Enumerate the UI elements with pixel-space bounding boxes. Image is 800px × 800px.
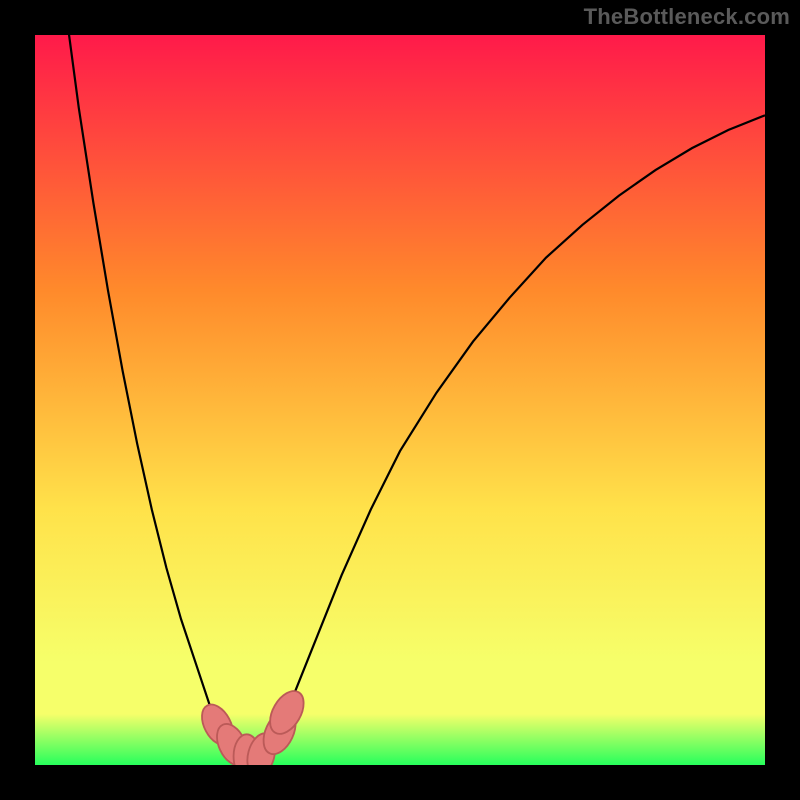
chart-frame: TheBottleneck.com [0, 0, 800, 800]
gradient-background [35, 35, 765, 765]
plot-area [35, 35, 765, 765]
watermark-text: TheBottleneck.com [584, 4, 790, 30]
bottleneck-chart [35, 35, 765, 765]
